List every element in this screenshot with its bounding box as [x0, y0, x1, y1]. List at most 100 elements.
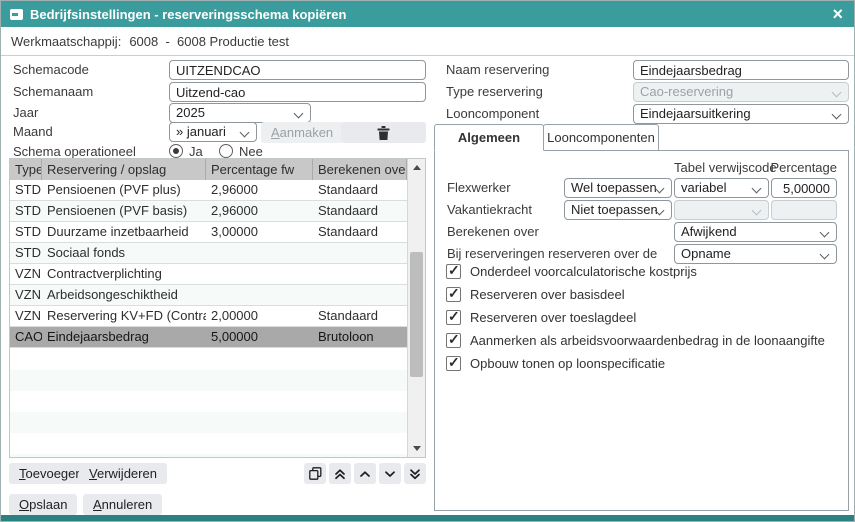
flexwerker-toepassen-select[interactable]: Wel toepassen	[564, 178, 672, 198]
delete-schema-button[interactable]	[341, 122, 426, 143]
annuleren-button[interactable]: Annuleren	[83, 494, 162, 515]
opslaan-button[interactable]: Opslaan	[9, 494, 77, 515]
chevron-down-icon	[240, 128, 250, 138]
cell-type: VZN	[10, 306, 42, 326]
radio-ja[interactable]	[169, 144, 183, 158]
checkbox-toeslagdeel-label: Reserveren over toeslagdeel	[470, 309, 636, 326]
table-row-selected[interactable]: CAO Eindejaarsbedrag 5,00000 Brutoloon	[10, 327, 407, 348]
vakantiekracht-percentage-input	[771, 200, 837, 220]
cell-name: Sociaal fonds	[42, 243, 206, 263]
verwijderen-button[interactable]: Verwijderen	[79, 463, 167, 484]
cell-over: Standaard	[313, 180, 407, 200]
checkbox-voorcalculatorische[interactable]	[446, 264, 461, 279]
table-empty-area	[10, 349, 407, 457]
cell-name: Arbeidsongeschiktheid	[42, 285, 206, 305]
type-reservering-select: Cao-reservering	[633, 82, 849, 102]
col-header-berekenen[interactable]: Berekenen over	[313, 159, 407, 180]
vakantiekracht-verwijscode-select	[674, 200, 769, 220]
cell-name: Duurzame inzetbaarheid	[42, 222, 206, 242]
table-header-row: Type Reservering / opslag Percentage fw …	[10, 159, 425, 180]
naam-reservering-label: Naam reservering	[446, 60, 549, 80]
close-icon[interactable]: ×	[830, 5, 845, 23]
berekenen-over-select[interactable]: Afwijkend	[674, 222, 837, 242]
type-reservering-label: Type reservering	[446, 82, 543, 102]
vakantiekracht-toepassen-select[interactable]: Niet toepassen	[564, 200, 672, 220]
looncomponent-select[interactable]: Eindejaarsuitkering	[633, 104, 849, 124]
copy-row-button[interactable]	[304, 463, 326, 484]
bij-reserveringen-select[interactable]: Opname	[674, 244, 837, 264]
cell-over: Standaard	[313, 201, 407, 221]
checkbox-basisdeel[interactable]	[446, 287, 461, 302]
scrollbar-thumb[interactable]	[410, 252, 423, 377]
maand-select[interactable]: » januari	[169, 122, 257, 142]
cell-type: STD	[10, 243, 42, 263]
table-row[interactable]: STD Sociaal fonds	[10, 243, 407, 264]
col-header-type[interactable]: Type	[10, 159, 42, 180]
col-header-reservering[interactable]: Reservering / opslag	[42, 159, 206, 180]
table-row[interactable]: STD Pensioenen (PVF basis) 2,96000 Stand…	[10, 201, 407, 222]
cell-type: STD	[10, 180, 42, 200]
move-down-button[interactable]	[379, 463, 401, 484]
flexwerker-verwijscode-select[interactable]: variabel	[674, 178, 769, 198]
table-row[interactable]: VZN Reservering KV+FD (Contract... 2,000…	[10, 306, 407, 327]
move-bottom-button[interactable]	[404, 463, 426, 484]
flexwerker-label: Flexwerker	[447, 178, 511, 198]
dialog-icon	[10, 9, 23, 20]
cell-over: Brutoloon	[313, 327, 407, 347]
schemanaam-input[interactable]	[169, 82, 426, 102]
move-top-button[interactable]	[329, 463, 351, 484]
maand-label: Maand	[13, 122, 53, 142]
flexwerker-percentage-input[interactable]	[771, 178, 837, 198]
cell-over: Standaard	[313, 222, 407, 242]
looncomponent-value: Eindejaarsuitkering	[640, 106, 751, 121]
schemanaam-label: Schemanaam	[13, 82, 93, 102]
algemeen-panel: Tabel verwijscode Percentage Flexwerker …	[434, 150, 849, 511]
cell-pct: 2,00000	[206, 306, 313, 326]
checkbox-arbeidsvoorwaardenbedrag[interactable]	[446, 333, 461, 348]
vakantiekracht-label: Vakantiekracht	[447, 200, 532, 220]
radio-nee[interactable]	[219, 144, 233, 158]
title-bar: Bedrijfsinstellingen - reserveringsschem…	[1, 1, 854, 27]
dialog-window: Bedrijfsinstellingen - reserveringsschem…	[0, 0, 855, 522]
checkbox-toeslagdeel[interactable]	[446, 310, 461, 325]
schemacode-input[interactable]	[169, 60, 426, 80]
bij-reserveringen-value: Opname	[681, 246, 731, 261]
maand-value: » januari	[176, 124, 226, 139]
double-chevron-down-icon	[409, 468, 421, 480]
percentage-column-header: Percentage	[765, 160, 837, 175]
tab-algemeen[interactable]: Algemeen	[434, 124, 544, 151]
flexwerker-toepassen-value: Wel toepassen	[571, 180, 657, 195]
move-up-button[interactable]	[354, 463, 376, 484]
cell-pct	[206, 243, 313, 263]
berekenen-over-value: Afwijkend	[681, 224, 737, 239]
scroll-up-icon[interactable]	[408, 160, 425, 175]
chevron-down-icon	[832, 88, 842, 98]
naam-reservering-input[interactable]	[633, 60, 849, 80]
jaar-select[interactable]: 2025	[169, 103, 311, 123]
cell-type: VZN	[10, 264, 42, 284]
tab-looncomponenten[interactable]: Looncomponenten	[543, 124, 659, 151]
cell-type: STD	[10, 201, 42, 221]
table-row[interactable]: STD Pensioenen (PVF plus) 2,96000 Standa…	[10, 180, 407, 201]
cell-over: Standaard	[313, 306, 407, 326]
chevron-down-icon	[820, 228, 830, 238]
table-row[interactable]: VZN Arbeidsongeschiktheid	[10, 285, 407, 306]
copy-icon	[309, 467, 322, 480]
chevron-down-icon	[384, 468, 396, 480]
table-row[interactable]: STD Duurzame inzetbaarheid 3,00000 Stand…	[10, 222, 407, 243]
table-row[interactable]: VZN Contractverplichting	[10, 264, 407, 285]
checkbox-opbouw-tonen[interactable]	[446, 356, 461, 371]
col-header-percentage[interactable]: Percentage fw	[206, 159, 313, 180]
schemacode-label: Schemacode	[13, 60, 89, 80]
cell-type: VZN	[10, 285, 42, 305]
checkbox-arbeidsvoorwaardenbedrag-label: Aanmerken als arbeidsvoorwaardenbedrag i…	[470, 332, 825, 349]
cell-name: Pensioenen (PVF plus)	[42, 180, 206, 200]
chevron-down-icon	[294, 109, 304, 119]
chevron-down-icon	[752, 184, 762, 194]
cell-over	[313, 264, 407, 284]
scroll-down-icon[interactable]	[408, 441, 425, 456]
jaar-label: Jaar	[13, 103, 38, 123]
verwijscode-column-header: Tabel verwijscode	[674, 160, 777, 175]
trash-icon	[377, 126, 390, 140]
table-scrollbar[interactable]	[407, 159, 425, 457]
